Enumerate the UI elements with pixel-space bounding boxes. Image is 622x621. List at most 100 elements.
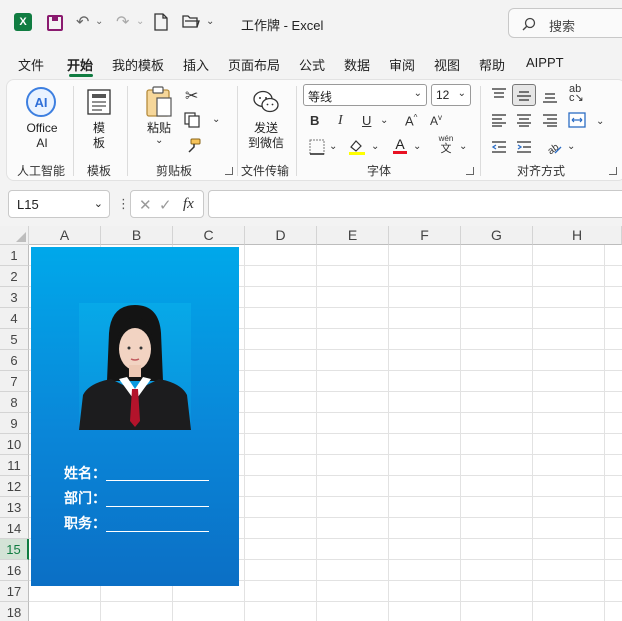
column-header-a[interactable]: A	[29, 226, 101, 245]
increase-indent-icon[interactable]	[516, 140, 532, 154]
row-header-2[interactable]: 2	[0, 266, 29, 287]
format-painter-icon[interactable]	[185, 138, 201, 154]
row-header-11[interactable]: 11	[0, 455, 29, 476]
tab-view[interactable]: 视图	[434, 55, 460, 74]
search-box[interactable]: 搜索	[508, 8, 622, 38]
font-name-select[interactable]: 等线 ⌄	[303, 84, 427, 106]
separator	[237, 86, 238, 176]
badge-name-line	[106, 480, 209, 481]
align-bottom-icon[interactable]	[542, 90, 558, 104]
tab-formulas[interactable]: 公式	[299, 55, 325, 74]
save-icon[interactable]	[47, 15, 63, 31]
row-header-6[interactable]: 6	[0, 350, 29, 371]
row-header-12[interactable]: 12	[0, 476, 29, 497]
copy-dropdown-icon[interactable]: ⌄	[212, 114, 220, 125]
align-top-icon[interactable]	[491, 88, 507, 102]
row-header-7[interactable]: 7	[0, 371, 29, 392]
row-header-10[interactable]: 10	[0, 434, 29, 455]
column-gridline	[460, 245, 461, 621]
column-header-d[interactable]: D	[245, 226, 317, 245]
select-all-corner[interactable]	[0, 226, 29, 245]
orientation-dropdown-icon[interactable]: ⌄	[567, 141, 575, 152]
cut-icon[interactable]: ✂	[185, 86, 198, 106]
cancel-icon[interactable]: ✕	[139, 196, 152, 214]
tab-insert[interactable]: 插入	[183, 55, 209, 74]
align-left-icon[interactable]	[491, 113, 507, 127]
column-header-g[interactable]: G	[461, 226, 533, 245]
align-middle-button[interactable]	[512, 84, 536, 106]
row-header-16[interactable]: 16	[0, 560, 29, 581]
align-center-icon[interactable]	[516, 113, 532, 127]
text-direction-icon[interactable]: ab c↘	[569, 84, 584, 104]
search-icon	[522, 17, 536, 31]
merge-dropdown-icon[interactable]: ⌄	[596, 116, 604, 127]
copy-icon[interactable]	[184, 112, 200, 128]
column-header-h[interactable]: H	[533, 226, 622, 245]
row-header-14[interactable]: 14	[0, 518, 29, 539]
row-header-15[interactable]: 15	[0, 539, 29, 560]
undo-dropdown-icon[interactable]: ⌄	[95, 16, 103, 27]
group-template-label: 模板	[87, 164, 112, 178]
phonetic-dropdown-icon[interactable]: ⌄	[459, 141, 467, 152]
tab-my-templates[interactable]: 我的模板	[112, 55, 164, 74]
column-header-e[interactable]: E	[317, 226, 389, 245]
worksheet-grid[interactable]: ABCDEFGH 1 2 3 4 5 6 7 8 9 10 11 12 13 14 15 16 17 18	[0, 226, 622, 621]
row-header-3[interactable]: 3	[0, 287, 29, 308]
row-header-18[interactable]: 18	[0, 602, 29, 621]
formula-input[interactable]	[208, 190, 622, 218]
border-dropdown-icon[interactable]: ⌄	[329, 141, 337, 152]
redo-icon[interactable]: ↷	[116, 12, 129, 32]
tab-home[interactable]: 开始	[67, 55, 93, 74]
new-file-icon[interactable]	[154, 13, 168, 31]
wechat-icon	[253, 90, 279, 113]
badge-position-line	[106, 531, 209, 532]
row-header-5[interactable]: 5	[0, 329, 29, 350]
fill-color-dropdown-icon[interactable]: ⌄	[371, 141, 379, 152]
fill-color-button[interactable]	[348, 138, 366, 159]
italic-button[interactable]: I	[338, 113, 343, 129]
border-icon[interactable]	[309, 139, 325, 155]
orientation-icon[interactable]: ab	[545, 138, 563, 156]
badge-card[interactable]: 姓名： 部门： 职务：	[31, 247, 239, 586]
undo-icon[interactable]: ↶	[76, 12, 89, 32]
underline-button[interactable]: U	[362, 113, 371, 128]
open-folder-icon[interactable]	[182, 14, 200, 29]
underline-dropdown-icon[interactable]: ⌄	[380, 115, 388, 126]
tab-review[interactable]: 审阅	[389, 55, 415, 74]
row-header-13[interactable]: 13	[0, 497, 29, 518]
enter-icon[interactable]: ✓	[159, 196, 172, 214]
column-header-f[interactable]: F	[389, 226, 461, 245]
clipboard-launcher-icon[interactable]	[225, 167, 233, 175]
tab-page-layout[interactable]: 页面布局	[228, 55, 280, 74]
bold-button[interactable]: B	[310, 113, 319, 128]
row-header-17[interactable]: 17	[0, 581, 29, 602]
align-right-icon[interactable]	[542, 113, 558, 127]
tab-data[interactable]: 数据	[344, 55, 370, 74]
tab-help[interactable]: 帮助	[479, 55, 505, 74]
row-header-4[interactable]: 4	[0, 308, 29, 329]
qat-customize-icon[interactable]: ⌄	[206, 16, 214, 27]
tab-file[interactable]: 文件	[18, 55, 44, 74]
decrease-indent-icon[interactable]	[491, 140, 507, 154]
alignment-launcher-icon[interactable]	[609, 167, 617, 175]
font-color-dropdown-icon[interactable]: ⌄	[413, 141, 421, 152]
merge-center-icon[interactable]	[568, 112, 586, 128]
shrink-font-button[interactable]: Av	[430, 113, 442, 128]
tab-aippt[interactable]: AIPPT	[526, 55, 564, 70]
font-size-select[interactable]: 12 ⌄	[431, 84, 471, 106]
name-box[interactable]: L15 ⌄	[8, 190, 110, 218]
redo-dropdown-icon[interactable]: ⌄	[136, 16, 144, 27]
paste-dropdown-icon[interactable]: ⌄	[155, 135, 163, 146]
grow-font-button[interactable]: A^	[405, 113, 417, 128]
insert-function-button[interactable]: fx	[183, 196, 194, 213]
row-header-8[interactable]: 8	[0, 392, 29, 413]
font-color-button[interactable]: A	[392, 136, 408, 159]
phonetic-guide-button[interactable]: wén 文	[435, 134, 457, 155]
more-options-icon[interactable]: ⋮	[117, 196, 130, 212]
column-header-b[interactable]: B	[101, 226, 173, 245]
row-header-1[interactable]: 1	[0, 245, 29, 266]
menu-bar: 文件 开始 我的模板 插入 页面布局 公式 数据 审阅 视图 帮助 AIPPT	[0, 46, 622, 78]
column-header-c[interactable]: C	[173, 226, 245, 245]
row-header-9[interactable]: 9	[0, 413, 29, 434]
font-launcher-icon[interactable]	[466, 167, 474, 175]
